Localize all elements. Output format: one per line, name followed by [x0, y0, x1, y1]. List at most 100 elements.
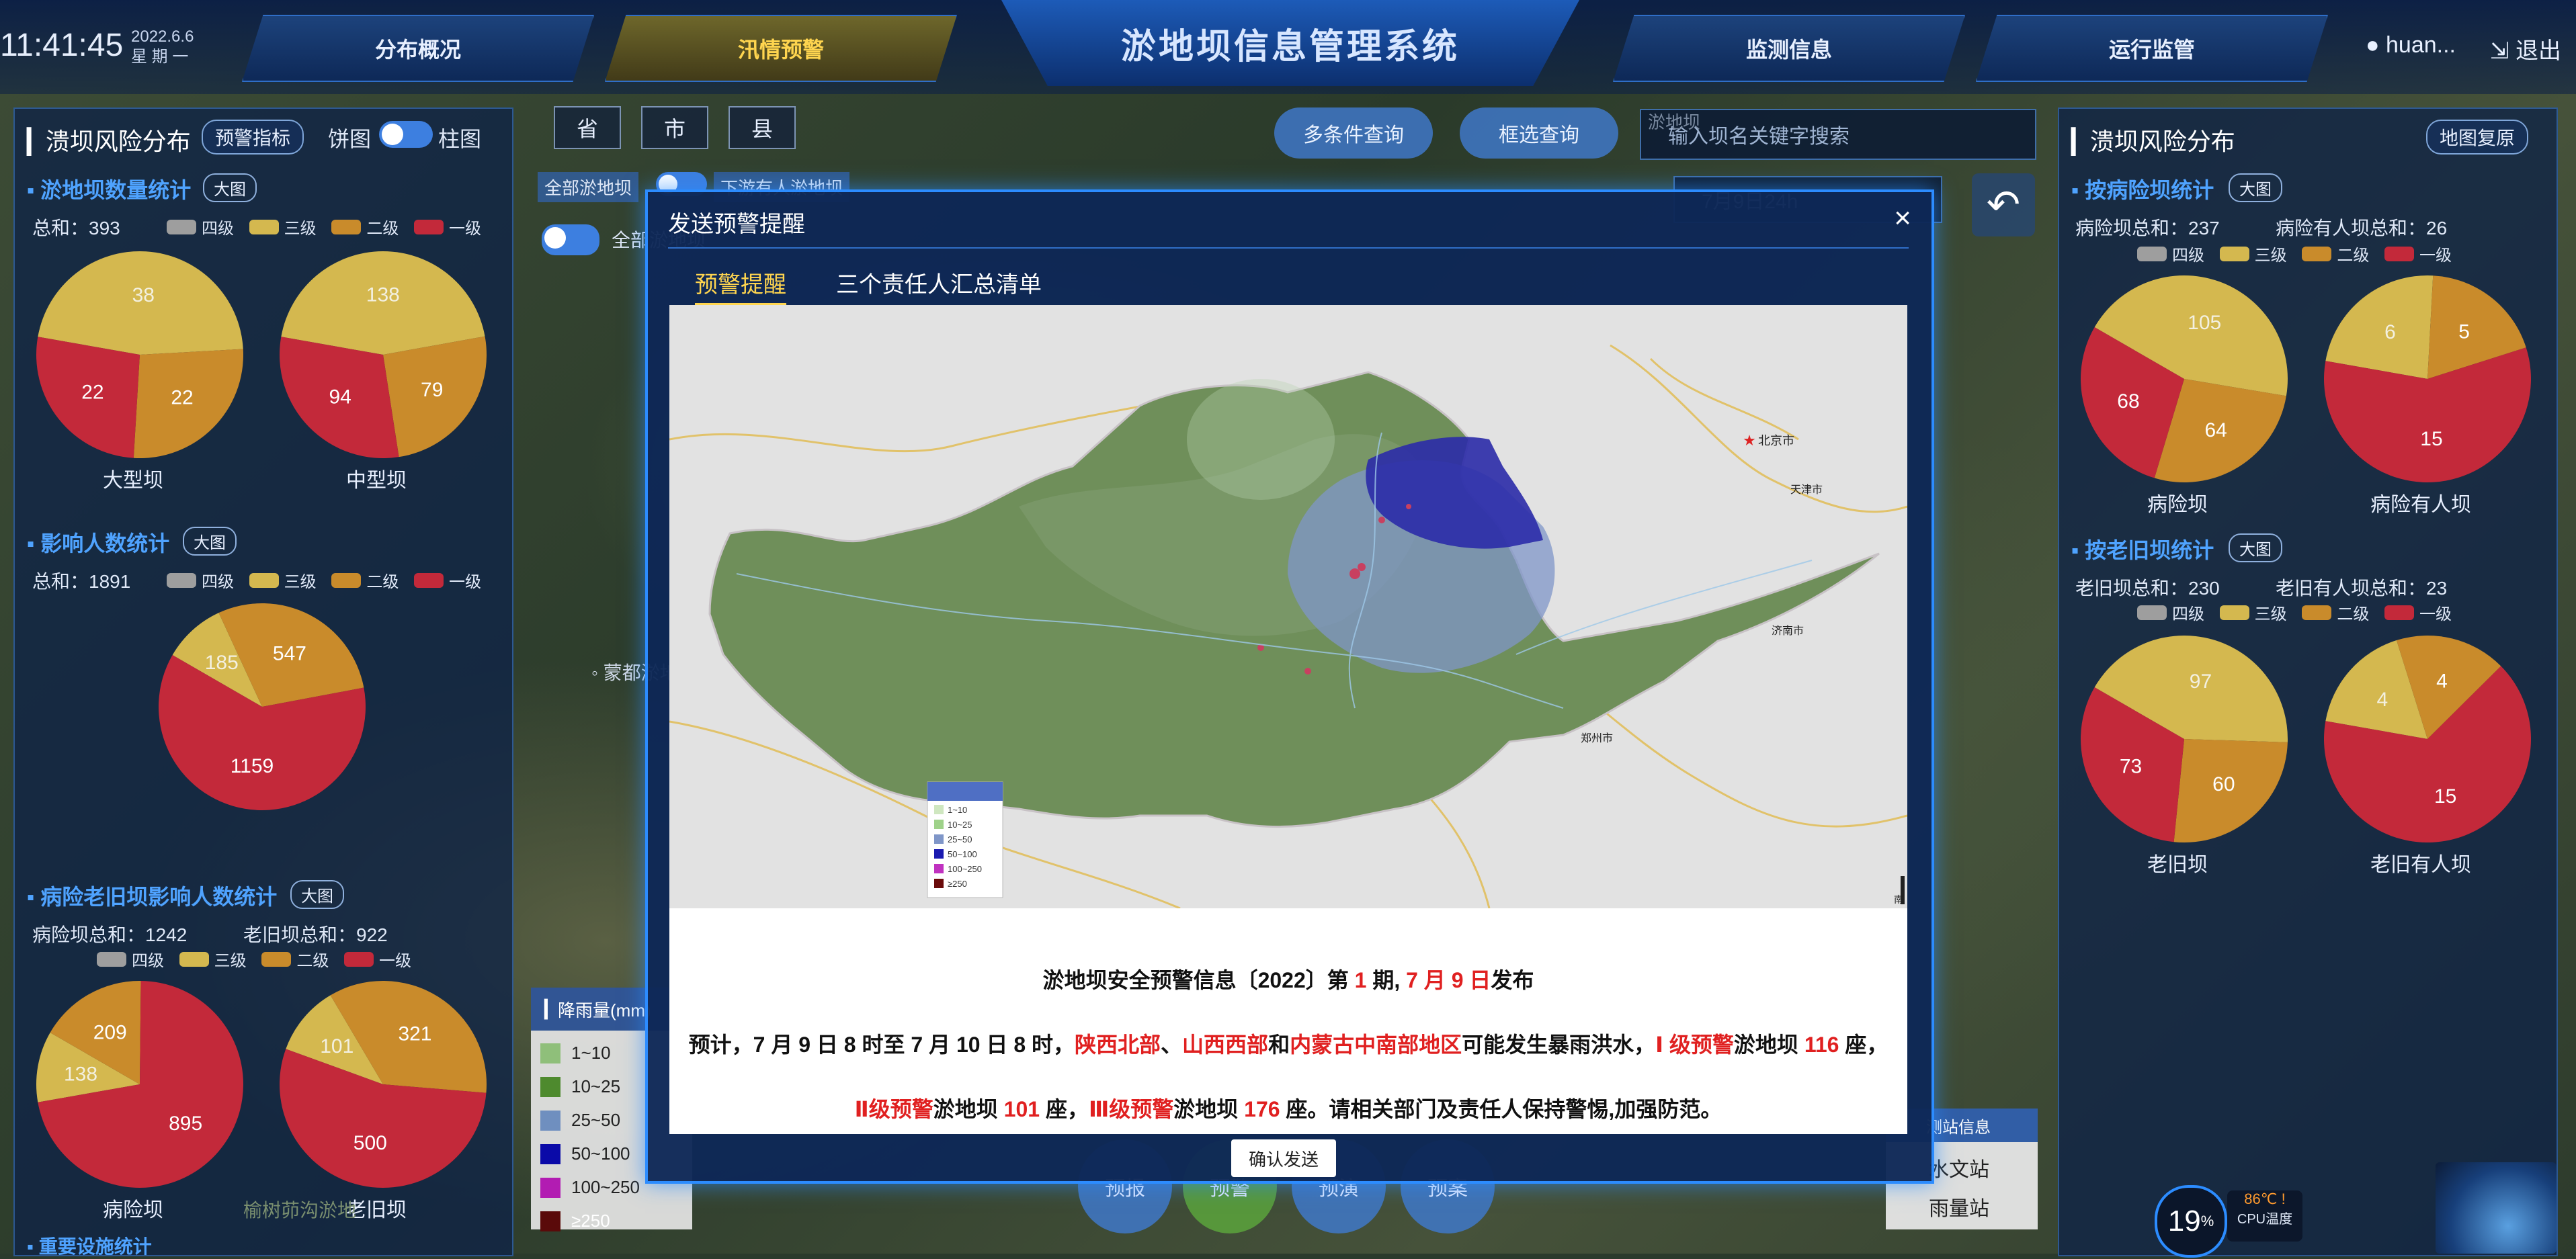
old-people-legend: 四级 三级 二级 一级 [97, 947, 411, 971]
cpu-temp-value: 86℃ ! [2244, 1190, 2286, 1207]
logout-label: 退出 [2515, 38, 2561, 64]
tab-warning-reminder[interactable]: 预警提醒 [695, 266, 786, 306]
warning-indicator-button[interactable]: 预警指标 [202, 120, 304, 155]
rainfall-legend-item: 100~250 [540, 1177, 640, 1198]
station-rain[interactable]: 雨量站 [1929, 1192, 1989, 1221]
people-legend: 四级 三级 二级 一级 [167, 568, 481, 592]
pie-slice-label: 138 [366, 284, 400, 306]
pie-slice-label: 94 [329, 386, 351, 408]
pie-people[interactable]: 185 547 1159 [155, 599, 370, 814]
user-menu[interactable]: ● huan... [2366, 32, 2456, 58]
left-panel-title: ▎溃坝风险分布 [27, 128, 191, 155]
cpu-temp: 86℃ ! CPU温度 [2227, 1190, 2302, 1242]
pie-slice-label: 73 [2120, 756, 2142, 778]
tab-responsible-list[interactable]: 三个责任人汇总清单 [836, 266, 1042, 299]
pie-risk-people-dam[interactable]: 6 5 15 [2320, 271, 2535, 486]
chart-type-toggle[interactable] [379, 121, 433, 148]
pie-risk-dam[interactable]: 105 64 68 [2077, 271, 2292, 486]
cpu-temp-label: CPU温度 [2237, 1212, 2293, 1227]
warning-icon: ! [2281, 1190, 2286, 1207]
close-icon[interactable]: × [1894, 202, 1911, 235]
globe-icon[interactable] [2436, 1162, 2557, 1254]
risk-dam-total1: 病险坝总和：237 [2075, 218, 2220, 238]
facility-title: ▪ 重要设施统计 [27, 1236, 152, 1257]
logout-icon: ⇲ [2490, 38, 2509, 64]
pie-old-dam-people[interactable]: 101 321 500 [276, 977, 491, 1192]
pie-risk-dam-people[interactable]: 138 209 895 [32, 977, 247, 1192]
pie-old-dam[interactable]: 97 60 73 [2077, 632, 2292, 846]
bottom-left-map-label: 榆树茆沟淤地 [243, 1200, 357, 1221]
pie-slice-label: 60 [2212, 773, 2235, 795]
rainfall-map-image: ★ 北京市 天津市 济南市 郑州市 南 1~10 10~25 25~50 50~1… [669, 305, 1907, 908]
rainfall-legend-item: ≥250 [540, 1211, 610, 1231]
pie-old-people-dam[interactable]: 4 4 15 [2320, 632, 2535, 846]
svg-text:25~50: 25~50 [948, 834, 972, 844]
rainfall-map[interactable]: ★ 北京市 天津市 济南市 郑州市 南 1~10 10~25 25~50 50~1… [669, 305, 1907, 908]
pie-slice-label: 4 [2377, 689, 2388, 711]
region-tab-city[interactable]: 市 [641, 106, 708, 149]
risk-dam-big-button[interactable]: 大图 [2229, 173, 2282, 202]
svg-text:★北京市: ★ 北京市 [1743, 434, 1794, 447]
user-icon: ● [2366, 32, 2380, 58]
pie-slice-label: 68 [2117, 390, 2139, 413]
svg-text:10~25: 10~25 [948, 820, 972, 830]
toggle-knob [382, 124, 403, 145]
rainfall-legend-item: 10~25 [540, 1076, 620, 1097]
old-people-big-button[interactable]: 大图 [290, 880, 344, 909]
clock-date: 2022.6.6 星 期 一 [131, 27, 194, 67]
pie-large-dam[interactable]: 38 22 22 [32, 247, 247, 462]
pie-risk-dam-label: 病险坝 [2147, 494, 2208, 516]
pie-slice-label: 1159 [231, 755, 274, 777]
nav-operation[interactable]: 运行监管 [1976, 15, 2328, 82]
dam-count-total: 总和：393 [32, 218, 120, 238]
cpu-gauge: 19% [2155, 1185, 2227, 1258]
nav-distribution[interactable]: 分布概况 [242, 15, 594, 82]
pie-toggle-label: 饼图 [328, 127, 372, 151]
people-title: ▪ 影响人数统计 [27, 531, 170, 556]
pie-slice-label: 64 [2205, 419, 2227, 441]
region-tab-province[interactable]: 省 [554, 106, 621, 149]
svg-text:100~250: 100~250 [948, 864, 982, 874]
logout-button[interactable]: ⇲ 退出 [2490, 32, 2561, 65]
pie-slice-label: 500 [354, 1132, 387, 1154]
people-big-button[interactable]: 大图 [183, 527, 237, 556]
confirm-send-button[interactable]: 确认发送 [1231, 1139, 1336, 1177]
region-tab-county[interactable]: 县 [729, 106, 796, 149]
risk-dam-legend: 四级 三级 二级 一级 [2137, 242, 2452, 265]
bar-toggle-label: 柱图 [438, 127, 482, 151]
pie-medium-dam[interactable]: 138 79 94 [276, 247, 491, 462]
undo-icon[interactable]: ↶ [1972, 173, 2035, 236]
pie-slice[interactable] [2325, 275, 2434, 379]
pie-slice-label: 105 [2188, 312, 2221, 334]
old-dam-title: ▪ 按老旧坝统计 [2071, 538, 2214, 562]
pie-slice-label: 15 [2434, 785, 2456, 808]
nav-monitoring[interactable]: 监测信息 [1613, 15, 1965, 82]
svg-text:济南市: 济南市 [1772, 625, 1804, 637]
frame-select-query-button[interactable]: 框选查询 [1460, 107, 1618, 159]
risk-dam-title: ▪ 按病险坝统计 [2071, 178, 2214, 202]
nav-flood-warning[interactable]: 汛情预警 [605, 15, 957, 82]
clock-time: 11:41:45 [0, 28, 124, 63]
dam-count-legend: 四级 三级 二级 一级 [167, 215, 481, 238]
pie-slice-label: 38 [132, 284, 155, 306]
pie-slice-label: 895 [169, 1113, 202, 1135]
svg-text:1~10: 1~10 [948, 805, 967, 815]
rainfall-legend-item: 25~50 [540, 1110, 620, 1131]
pie-risk-dam-people-label: 病险坝 [103, 1199, 163, 1221]
pie-slice-label: 138 [64, 1063, 97, 1085]
old-dam-big-button[interactable]: 大图 [2229, 533, 2282, 562]
all-dams-toggle-label[interactable]: 全部淤地坝 [538, 172, 639, 202]
old-people-title: ▪ 病险老旧坝影响人数统计 [27, 885, 278, 909]
pie-risk-people-dam-label: 病险有人坝 [2370, 494, 2471, 516]
station-hydrology[interactable]: 水文站 [1929, 1153, 1989, 1182]
dam-count-big-button[interactable]: 大图 [203, 173, 257, 202]
svg-text:郑州市: 郑州市 [1581, 732, 1613, 744]
dam-count-title: ▪ 淤地坝数量统计 [27, 178, 192, 202]
map-restore-button[interactable]: 地图复原 [2426, 120, 2529, 155]
pie-medium-dam-label: 中型坝 [346, 470, 407, 492]
pie-slice-label: 209 [93, 1021, 127, 1043]
all-dams-toggle[interactable] [542, 224, 599, 255]
svg-text:天津市: 天津市 [1790, 484, 1823, 496]
hidden-dam-label: 淤地坝 [1648, 112, 1701, 132]
multi-condition-query-button[interactable]: 多条件查询 [1274, 107, 1433, 159]
